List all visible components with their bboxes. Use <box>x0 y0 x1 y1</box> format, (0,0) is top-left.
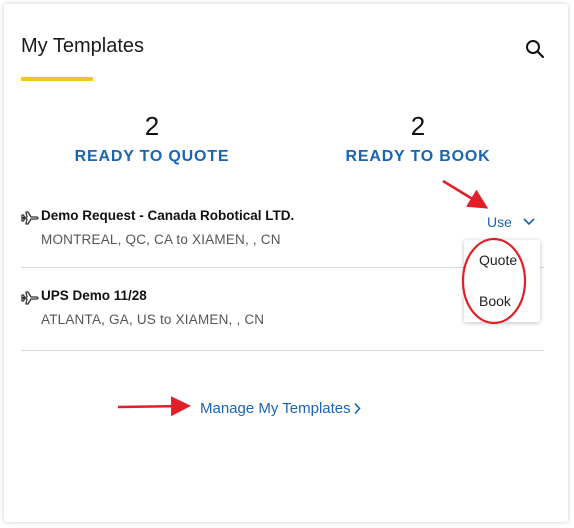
ready-to-quote-stat[interactable]: 2 READY TO QUOTE <box>52 111 252 166</box>
chevron-right-icon <box>354 402 361 415</box>
airplane-icon <box>21 211 39 225</box>
row-divider <box>21 350 544 351</box>
menu-item-quote[interactable]: Quote <box>479 252 517 268</box>
manage-templates-label: Manage My Templates <box>200 400 351 417</box>
chevron-down-icon <box>523 218 535 226</box>
airplane-icon <box>21 291 39 305</box>
use-label: Use <box>487 214 512 230</box>
template-name: Demo Request - Canada Robotical LTD. <box>41 208 295 223</box>
use-dropdown-menu: Quote Book <box>464 240 540 322</box>
template-route: ATLANTA, GA, US to XIAMEN, , CN <box>41 312 265 327</box>
book-count: 2 <box>410 111 426 141</box>
menu-item-book[interactable]: Book <box>479 293 511 309</box>
title-underline <box>21 77 93 81</box>
search-button[interactable] <box>524 38 546 60</box>
template-name: UPS Demo 11/28 <box>41 288 147 303</box>
book-label: READY TO BOOK <box>345 148 491 165</box>
card-title: My Templates <box>21 35 145 57</box>
quote-count: 2 <box>144 111 160 141</box>
ready-to-book-stat[interactable]: 2 READY TO BOOK <box>318 111 518 166</box>
search-icon <box>526 40 545 59</box>
use-dropdown-button[interactable]: Use <box>487 214 536 230</box>
quote-label: READY TO QUOTE <box>74 148 230 165</box>
template-route: MONTREAL, QC, CA to XIAMEN, , CN <box>41 232 281 247</box>
manage-templates-link[interactable]: Manage My Templates <box>200 400 361 417</box>
